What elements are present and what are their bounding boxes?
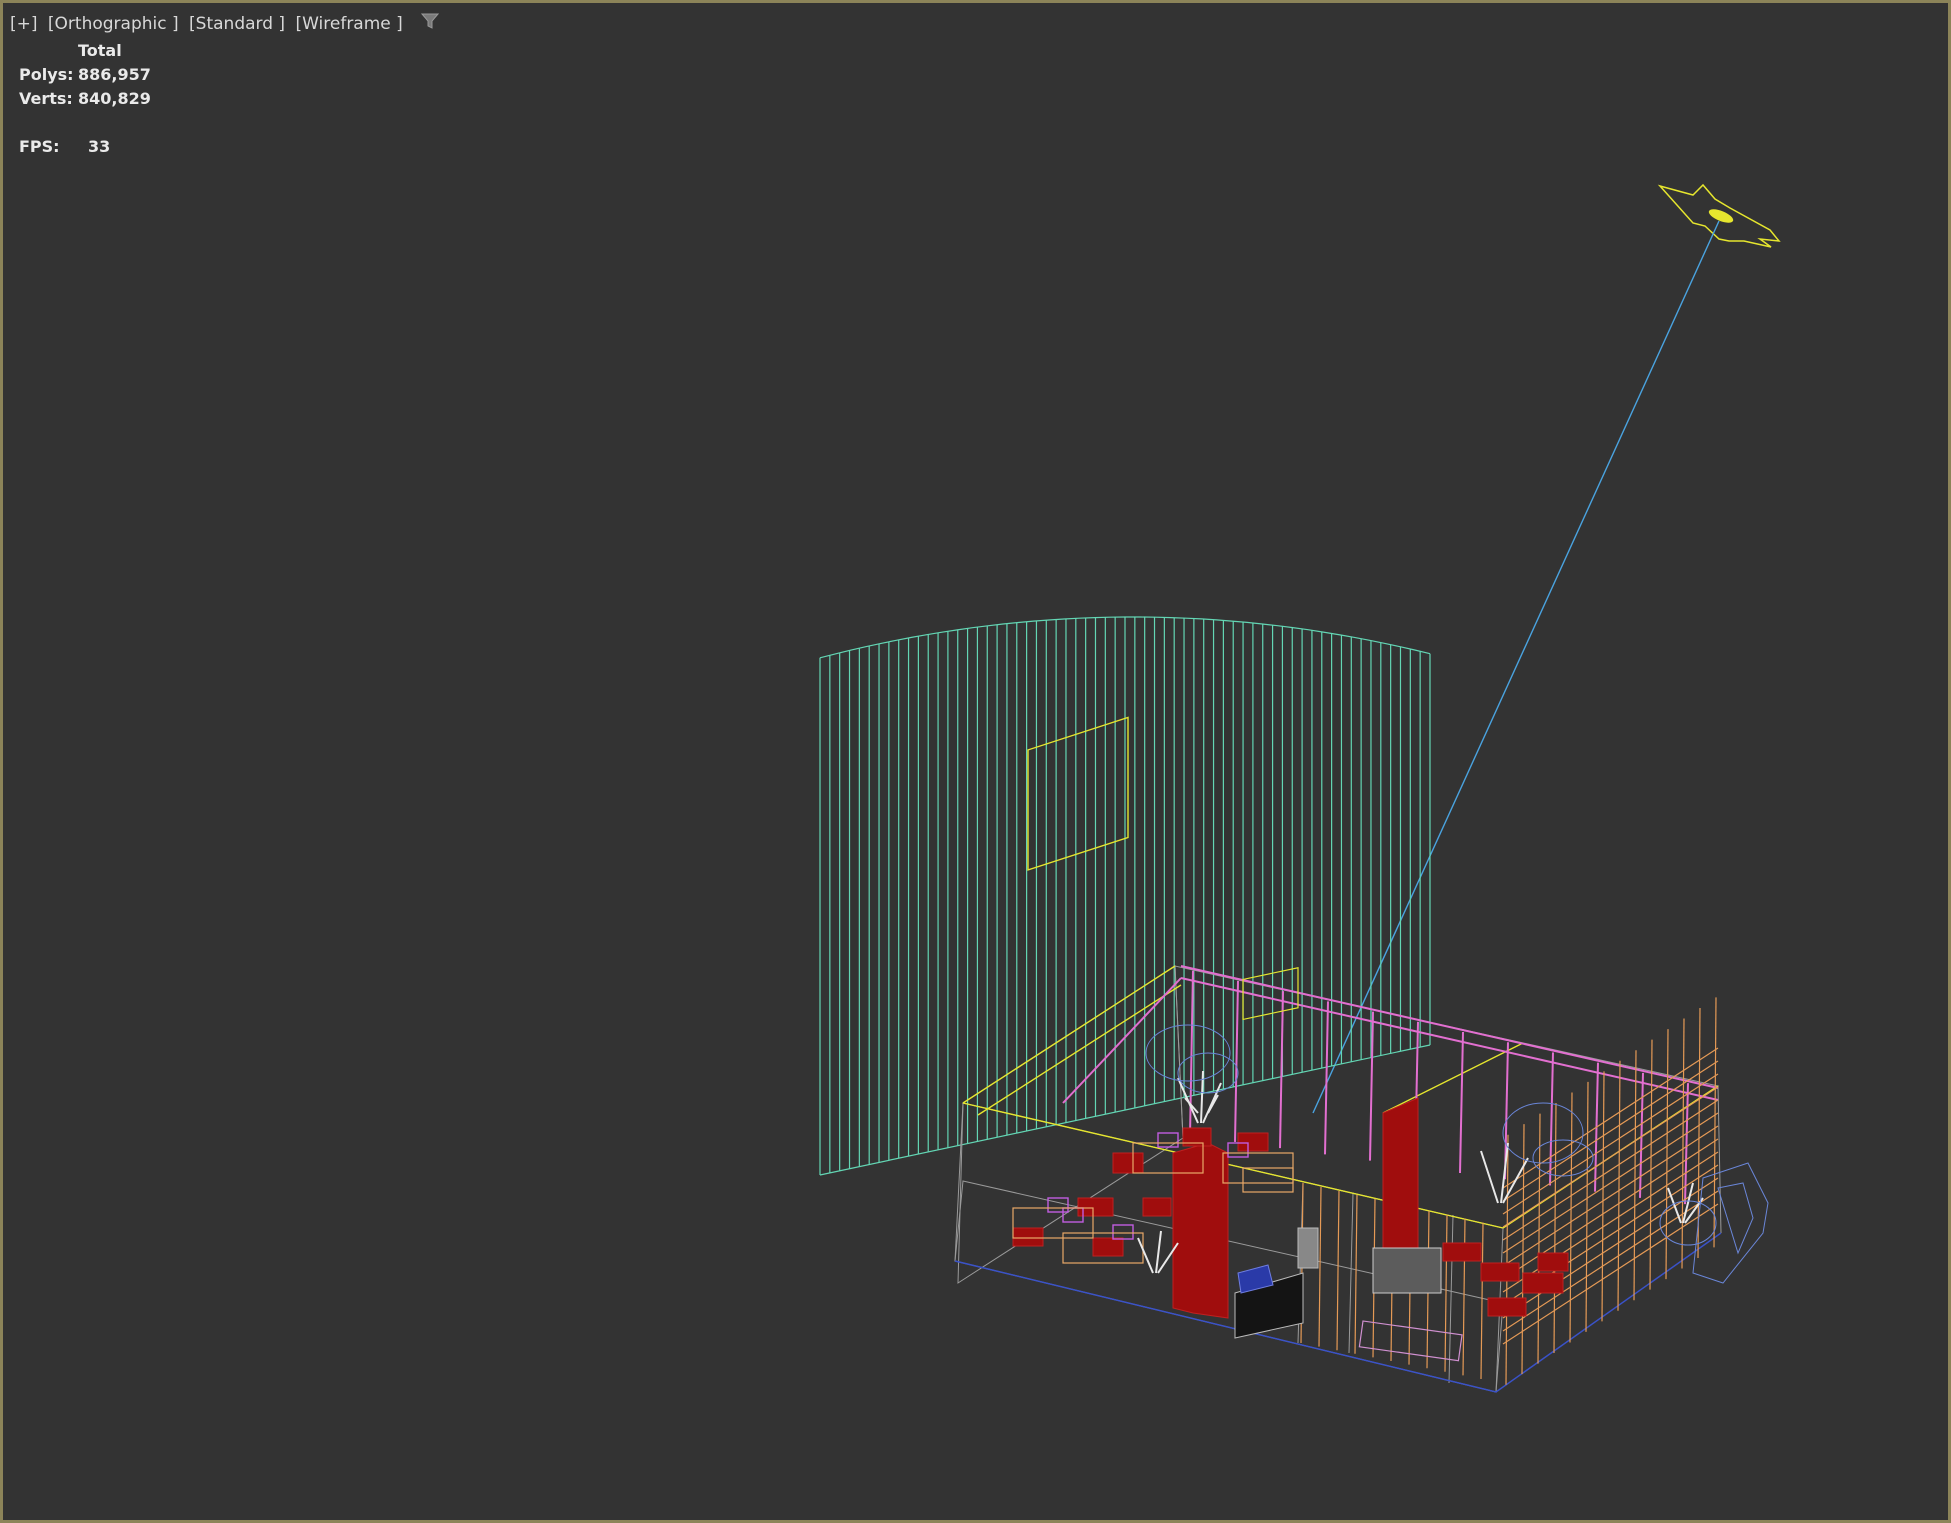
facade-mullion [1569, 1092, 1573, 1343]
facade-mullion [1713, 997, 1717, 1248]
partition-mullion [1354, 1194, 1358, 1354]
partition-mullion [1336, 1190, 1340, 1351]
facade-mullion [1521, 1124, 1525, 1375]
light-target-line [1312, 220, 1720, 1114]
orthographic-viewport[interactable]: [+] [Orthographic ] [Standard ] [Wirefra… [0, 0, 1951, 1523]
facade-mullion [1585, 1081, 1589, 1332]
window-mullion [1549, 1052, 1554, 1186]
facade-mullion [1649, 1039, 1653, 1290]
curtain-wireframe[interactable] [819, 616, 1431, 1176]
light-core-icon [1708, 209, 1734, 223]
facade-mullion [1617, 1060, 1621, 1311]
facade-mullion [1633, 1050, 1637, 1301]
facade-transom [1502, 1177, 1719, 1319]
partition-mullion [1462, 1218, 1466, 1376]
sofa-outline [1358, 1320, 1463, 1362]
facade-mullion [1537, 1113, 1541, 1364]
partition-mullion [1444, 1214, 1448, 1372]
window-mullion [1324, 1001, 1329, 1155]
facade-mullion [1601, 1071, 1605, 1322]
partition-mullion [1318, 1186, 1322, 1347]
wireframe-scene[interactable] [3, 3, 1951, 1523]
window-mullion [1234, 980, 1239, 1142]
facade-mullion [1681, 1018, 1685, 1269]
building-outer-wire [954, 965, 1722, 1393]
facade-mullion [1505, 1134, 1509, 1385]
window-mullion [1459, 1031, 1464, 1174]
direct-light-object[interactable] [1312, 183, 1781, 1114]
facade-mullion [1665, 1029, 1669, 1280]
